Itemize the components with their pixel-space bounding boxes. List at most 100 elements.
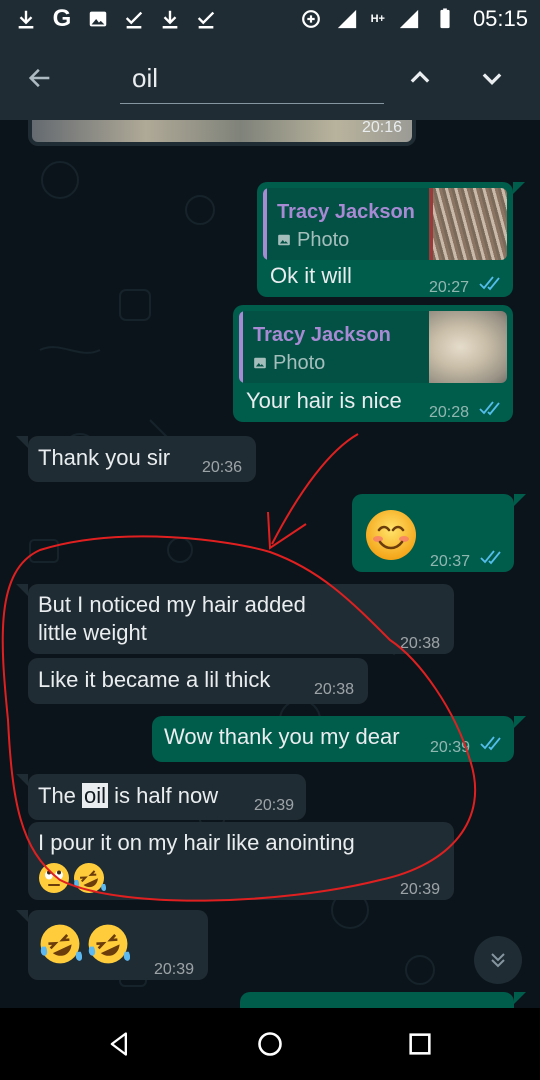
incoming-emoji-message[interactable]: 20:39 <box>28 910 208 980</box>
read-receipt-icon <box>479 276 500 291</box>
chevron-up-icon <box>410 71 430 83</box>
outgoing-message[interactable] <box>240 992 514 1008</box>
signal-icon <box>335 7 359 31</box>
rolling-laughing-emoji-icon <box>40 924 82 964</box>
quoted-sender-name: Tracy Jackson <box>277 201 415 223</box>
scroll-to-bottom-button[interactable] <box>474 936 522 984</box>
incoming-message[interactable]: I pour it on my hair like anointing 20:3… <box>28 822 454 900</box>
message-text-line: little weight <box>38 620 147 645</box>
recents-square-icon <box>409 1033 431 1055</box>
download-icon <box>14 7 38 31</box>
reply-message[interactable]: Tracy Jackson Photo Ok it will 20:27 <box>257 182 513 297</box>
google-icon: G <box>52 5 72 32</box>
navigation-bar <box>0 1008 540 1080</box>
chat-area[interactable]: 20:16 Tracy Jackson Photo Ok it will 20:… <box>0 120 540 1008</box>
message-time: 20:39 <box>400 881 441 898</box>
data-saver-icon <box>299 7 323 31</box>
system-icons: H+ 05:15 <box>299 6 528 32</box>
read-receipt-icon <box>480 550 501 565</box>
double-chevron-down-icon <box>491 953 505 968</box>
search-highlight: oil <box>82 783 109 808</box>
read-receipt-icon <box>480 736 501 751</box>
previous-result-button[interactable] <box>402 60 438 96</box>
quoted-photo-thumbnail <box>429 311 507 383</box>
message-time: 20:16 <box>361 120 402 136</box>
quoted-sender-name: Tracy Jackson <box>253 324 391 346</box>
outgoing-message[interactable]: Wow thank you my dear 20:39 <box>152 716 514 762</box>
chevron-down-icon <box>482 73 502 85</box>
bubble-tail <box>16 584 28 596</box>
text-before: The <box>38 783 83 808</box>
battery-icon <box>433 7 457 31</box>
incoming-message[interactable]: Thank you sir 20:36 <box>28 436 256 482</box>
triangle-back-icon <box>110 1032 128 1056</box>
message-text: Ok it will <box>270 263 352 288</box>
bubble-tail <box>513 182 525 194</box>
next-result-button[interactable] <box>474 60 510 96</box>
download-icon <box>158 7 182 31</box>
smiling-face-icon <box>366 510 416 560</box>
photo-icon <box>278 234 290 246</box>
home-circle-icon <box>258 1032 282 1056</box>
bubble-tail <box>16 774 28 786</box>
quote-accent-bar <box>239 311 243 383</box>
read-receipt-icon <box>479 401 500 416</box>
bubble-tail <box>514 992 526 1004</box>
message-text: Like it became a lil thick <box>38 667 271 692</box>
gallery-icon <box>86 7 110 31</box>
arrow-left-icon <box>28 68 50 88</box>
search-input[interactable] <box>120 56 384 100</box>
notification-icons: G <box>14 7 218 31</box>
bubble-tail <box>16 436 28 448</box>
check-download-icon <box>122 7 146 31</box>
message-text: Wow thank you my dear <box>164 724 400 749</box>
bubble-tail <box>514 716 526 728</box>
quoted-type-label: Photo <box>297 229 350 251</box>
search-field[interactable] <box>120 56 384 104</box>
photo-icon <box>254 357 266 369</box>
message-time: 20:39 <box>254 797 295 814</box>
nav-home-button[interactable] <box>252 1026 288 1062</box>
message-time: 20:36 <box>202 459 243 476</box>
status-bar: G H+ 05:15 <box>0 0 540 38</box>
bubble-tail <box>16 910 28 922</box>
clock: 05:15 <box>472 6 528 31</box>
message-time: 20:37 <box>430 553 471 570</box>
nav-recents-button[interactable] <box>402 1026 438 1062</box>
message-text-line: But I noticed my hair added <box>38 592 306 617</box>
quoted-photo-thumbnail <box>429 188 507 260</box>
image-message[interactable]: 20:16 <box>28 120 416 146</box>
quoted-type-label: Photo <box>273 352 326 374</box>
message-time: 20:38 <box>314 681 355 698</box>
check-download-icon <box>194 7 218 31</box>
quoted-reply[interactable]: Tracy Jackson Photo <box>239 311 507 383</box>
message-time: 20:38 <box>400 635 441 652</box>
bubble-tail <box>514 494 526 506</box>
rolling-laughing-emoji-icon <box>74 863 106 893</box>
eye-roll-emoji-icon <box>39 863 69 893</box>
quoted-type: Photo <box>253 349 325 377</box>
message-text: The oil is half now <box>38 782 218 810</box>
outgoing-emoji-message[interactable]: 20:37 <box>352 494 514 572</box>
quoted-reply[interactable]: Tracy Jackson Photo <box>263 188 507 260</box>
back-button[interactable] <box>22 60 58 96</box>
photo-thumbnail[interactable] <box>32 120 412 142</box>
message-time: 20:28 <box>429 404 470 421</box>
nav-back-button[interactable] <box>102 1026 138 1062</box>
message-time: 20:39 <box>154 961 195 978</box>
message-time: 20:27 <box>429 279 470 296</box>
search-header <box>0 38 540 120</box>
network-type-label: H+ <box>370 12 385 25</box>
rolling-laughing-emoji-icon <box>88 924 130 964</box>
message-text: Thank you sir <box>38 445 171 470</box>
message-text: Your hair is nice <box>246 388 402 413</box>
message-time: 20:39 <box>430 739 471 756</box>
reply-message[interactable]: Tracy Jackson Photo Your hair is nice 20… <box>233 305 513 422</box>
incoming-message[interactable]: Like it became a lil thick 20:38 <box>28 658 368 704</box>
quoted-type: Photo <box>277 226 349 254</box>
quote-accent-bar <box>263 188 267 260</box>
incoming-message[interactable]: But I noticed my hair added little weigh… <box>28 584 454 654</box>
message-text: I pour it on my hair like anointing <box>38 830 355 855</box>
search-result-message[interactable]: The oil is half now 20:39 <box>28 774 306 820</box>
signal-icon <box>397 7 421 31</box>
